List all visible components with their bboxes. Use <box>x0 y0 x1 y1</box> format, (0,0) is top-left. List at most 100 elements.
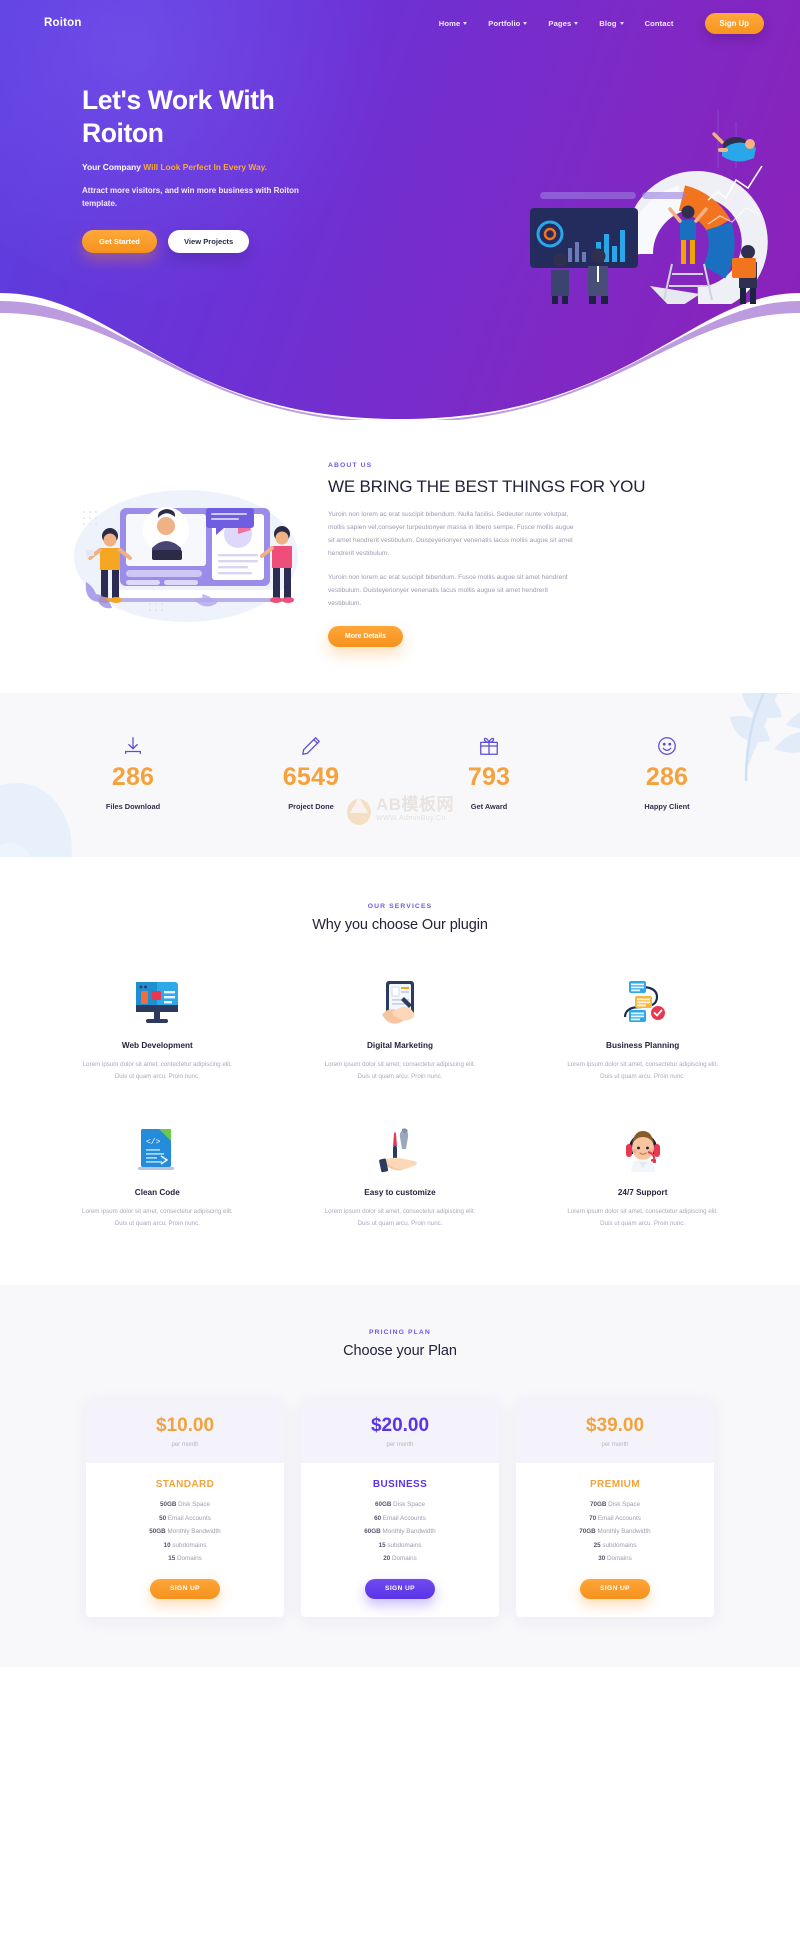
hero-description: Attract more visitors, and win more busi… <box>82 185 299 208</box>
service-name: Web Development <box>121 1041 193 1051</box>
svg-text:</>: </> <box>146 1138 161 1147</box>
chevron-down-icon <box>574 22 579 25</box>
hero-content: Let's Work With Roiton Your Company Will… <box>0 40 420 253</box>
price-feature-list: 70GB Disk Space 70 Email Accounts 70GB M… <box>526 1501 704 1562</box>
service-card-clean-code[interactable]: </> Clean Code Lorem ipsum dolor sit ame… <box>40 1122 275 1229</box>
landing-page: Roiton Home Portfolio Pages Blog Contact… <box>0 0 800 1667</box>
nav-item-contact[interactable]: Contact <box>645 19 674 28</box>
feature-text: subdomains <box>170 1541 207 1549</box>
price-card-header: $20.00 per month <box>301 1399 499 1464</box>
price-feature: 15 subdomains <box>311 1542 489 1549</box>
chevron-down-icon <box>523 22 528 25</box>
counter-get-award: 793 Get Award <box>400 733 578 811</box>
chevron-down-icon <box>619 22 624 25</box>
price-card-premium: $39.00 per month PREMIUM 70GB Disk Space… <box>516 1399 714 1617</box>
get-started-button[interactable]: Get Started <box>82 229 157 253</box>
counter-files-download: 286 Files Download <box>44 733 222 811</box>
feature-text: subdomains <box>385 1541 422 1549</box>
service-name: Digital Marketing <box>367 1041 433 1051</box>
pricing-eyebrow: PRICING PLAN <box>369 1329 431 1337</box>
navbar-signup-button[interactable]: Sign Up <box>704 12 764 34</box>
about-section: ABOUT US WE BRING THE BEST THINGS FOR YO… <box>0 420 800 694</box>
pencil-icon <box>222 733 400 759</box>
nav-links: Home Portfolio Pages Blog Contact Sign U… <box>439 12 764 34</box>
service-card-easy-to-customize[interactable]: Easy to customize Lorem ipsum dolor sit … <box>283 1122 518 1229</box>
price-feature: 20 Domains <box>311 1555 489 1562</box>
price-feature: 60GB Disk Space <box>311 1501 489 1508</box>
hero-subtitle: Your Company Will Look Perfect In Every … <box>82 162 420 172</box>
smile-icon <box>578 733 756 759</box>
nav-item-blog[interactable]: Blog <box>599 18 624 28</box>
price-card-header: $39.00 per month <box>516 1399 714 1464</box>
counter-value: 286 <box>645 763 689 792</box>
about-illustration <box>74 489 298 622</box>
service-description: Lorem ipsum dolor sit amet, contectetur … <box>82 1061 232 1080</box>
price-plan-name: BUSINESS <box>372 1479 428 1491</box>
brand-logo[interactable]: Roiton <box>44 17 82 29</box>
price-feature: 25 subdomains <box>526 1542 704 1549</box>
price-feature: 15 Domains <box>96 1555 274 1562</box>
monitor-icon <box>56 975 259 1031</box>
chevron-down-icon <box>463 22 468 25</box>
nav-item-contact-label: Contact <box>644 18 674 28</box>
feature-text: Disk Space <box>176 1501 211 1509</box>
price-period: per month <box>171 1442 199 1449</box>
main-navbar: Roiton Home Portfolio Pages Blog Contact… <box>0 6 800 40</box>
nav-item-pages-label: Pages <box>548 18 572 28</box>
service-card-digital-marketing[interactable]: Digital Marketing Lorem ipsum dolor sit … <box>283 975 518 1082</box>
signup-button-standard[interactable]: SIGN UP <box>150 1578 220 1599</box>
service-description: Lorem ipsum dolor sit amet, consectetur … <box>324 1208 476 1227</box>
services-grid: Web Development Lorem ipsum dolor sit am… <box>40 975 760 1229</box>
signup-button-business[interactable]: SIGN UP <box>365 1578 435 1599</box>
service-description: Lorem ipsum dolor sit amet, consectetur … <box>567 1061 718 1080</box>
hero-section: Roiton Home Portfolio Pages Blog Contact… <box>0 0 800 420</box>
price-feature: 70GB Disk Space <box>526 1501 704 1508</box>
price-card-standard: $10.00 per month STANDARD 50GB Disk Spac… <box>86 1399 284 1617</box>
service-name: Clean Code <box>134 1188 180 1198</box>
price-feature: 50GB Monthly Bandwidth <box>96 1528 274 1535</box>
service-card-web-development[interactable]: Web Development Lorem ipsum dolor sit am… <box>40 975 275 1082</box>
counter-label: Happy Client <box>644 802 690 812</box>
price-feature: 30 Domains <box>526 1555 704 1562</box>
feature-text: Monthly Bandwidth <box>380 1528 436 1536</box>
counter-row: 286 Files Download 6549 Project Done 793… <box>44 733 756 811</box>
nav-item-portfolio[interactable]: Portfolio <box>488 19 528 28</box>
price-feature: 50GB Disk Space <box>96 1501 274 1508</box>
tools-hand-icon <box>299 1122 502 1178</box>
price-feature: 60GB Monthly Bandwidth <box>311 1528 489 1535</box>
nav-item-home-label: Home <box>438 18 461 28</box>
hero-actions: Get Started View Projects <box>82 229 420 253</box>
about-paragraph-1: Yuroin non lorem ac erat suscipit bibend… <box>328 511 574 557</box>
feature-text: Domains <box>605 1555 632 1563</box>
more-details-button[interactable]: More Details <box>328 626 403 648</box>
service-card-support[interactable]: 24/7 Support Lorem ipsum dolor sit amet,… <box>525 1122 760 1229</box>
price-feature-list: 50GB Disk Space 50 Email Accounts 50GB M… <box>96 1501 274 1562</box>
price-amount: $20.00 <box>370 1415 430 1437</box>
support-agent-icon <box>541 1122 744 1178</box>
service-card-business-planning[interactable]: Business Planning Lorem ipsum dolor sit … <box>525 975 760 1082</box>
pricing-grid: $10.00 per month STANDARD 50GB Disk Spac… <box>40 1399 760 1617</box>
watermark-sub: WWW.AdminBuy.Cn <box>375 815 446 823</box>
counter-label: Files Download <box>105 802 161 812</box>
about-copy: ABOUT US WE BRING THE BEST THINGS FOR YO… <box>328 458 748 648</box>
about-paragraph-2: Yuroin non lorem ac erat suscipit bibend… <box>328 573 568 607</box>
feature-text: Email Accounts <box>596 1514 641 1522</box>
feature-text: Disk Space <box>606 1501 641 1509</box>
counter-value: 6549 <box>282 763 340 792</box>
counter-label: Get Award <box>470 802 508 812</box>
counters-section: 286 Files Download 6549 Project Done 793… <box>0 693 800 858</box>
nav-item-home[interactable]: Home <box>439 19 468 28</box>
feature-strong: 50GB <box>159 1501 177 1509</box>
nav-item-blog-label: Blog <box>599 18 617 28</box>
services-title: Why you choose Our plugin <box>312 917 488 934</box>
feature-strong: 25 <box>593 1541 601 1549</box>
pricing-title: Choose your Plan <box>343 1343 457 1360</box>
hero-title: Let's Work With Roiton <box>82 84 382 150</box>
gift-icon <box>400 733 578 759</box>
counter-project-done: 6549 Project Done <box>222 733 400 811</box>
nav-item-pages[interactable]: Pages <box>548 18 579 28</box>
signup-button-premium[interactable]: SIGN UP <box>580 1578 650 1599</box>
price-card-body: BUSINESS 60GB Disk Space 60 Email Accoun… <box>301 1463 499 1617</box>
feature-text: Email Accounts <box>166 1514 211 1522</box>
view-projects-button[interactable]: View Projects <box>167 229 250 253</box>
